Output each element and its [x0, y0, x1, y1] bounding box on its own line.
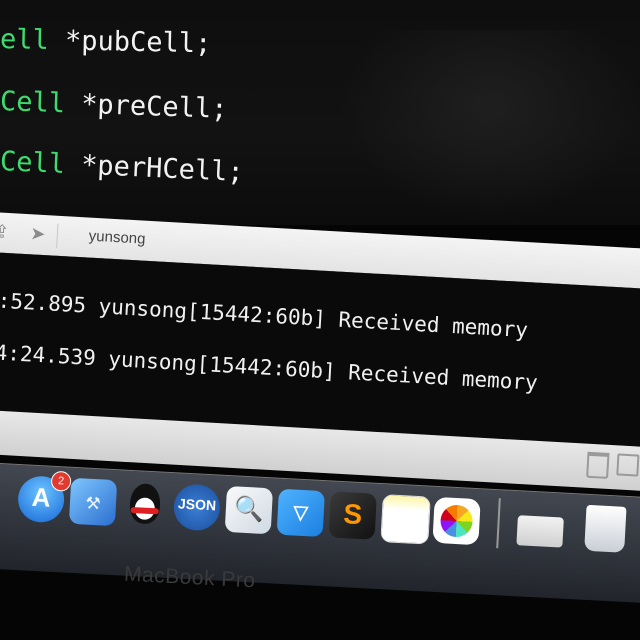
console-target-label[interactable]: yunsong	[88, 228, 146, 248]
toolbar-divider	[56, 223, 59, 248]
json-icon[interactable]: JSON	[172, 483, 222, 532]
split-panel-icon[interactable]	[616, 453, 640, 477]
photos-icon[interactable]	[432, 496, 481, 546]
code-identifier: *perHCell;	[64, 148, 245, 189]
code-identifier: *preCell;	[64, 88, 228, 125]
code-line[interactable]: Cell *preCell;	[0, 86, 228, 125]
qq-icon[interactable]	[121, 481, 169, 529]
xcode-icon[interactable]: ⚒	[68, 477, 118, 527]
code-line[interactable]: ell *pubCell;	[0, 24, 212, 59]
share-icon[interactable]: ⇪	[0, 221, 13, 244]
location-arrow-icon[interactable]: ➤	[26, 223, 49, 246]
app-store-icon[interactable]: A 2	[16, 470, 72, 524]
code-type: Cell	[0, 86, 66, 120]
debug-console: ⇪ ➤ yunsong 3:52.895 yunsong[15442:60b] …	[0, 212, 640, 510]
notification-badge: 2	[50, 470, 72, 492]
code-line[interactable]: Cell *perHCell;	[0, 146, 244, 188]
log-line: 3:52.895 yunsong[15442:60b] Received mem…	[0, 287, 529, 343]
code-type: ell	[0, 24, 50, 57]
code-editor[interactable]: ell *pubCell; Cell *preCell; Cell *perHC…	[0, 0, 640, 225]
dock-divider	[496, 498, 501, 549]
code-identifier: *pubCell;	[48, 25, 212, 60]
tencent-guard-icon[interactable]: ▽	[276, 488, 325, 538]
clear-console-icon[interactable]	[586, 451, 610, 479]
log-line: 34:24.539 yunsong[15442:60b] Received me…	[0, 339, 539, 395]
code-type: Cell	[0, 146, 66, 180]
documents-stack-icon[interactable]	[516, 515, 564, 548]
sublime-text-icon[interactable]: S	[328, 491, 377, 540]
editor-reflection	[340, 30, 640, 220]
trash-icon[interactable]	[584, 504, 627, 553]
notes-icon[interactable]	[380, 494, 431, 545]
preview-icon[interactable]: 🔍	[224, 485, 274, 535]
